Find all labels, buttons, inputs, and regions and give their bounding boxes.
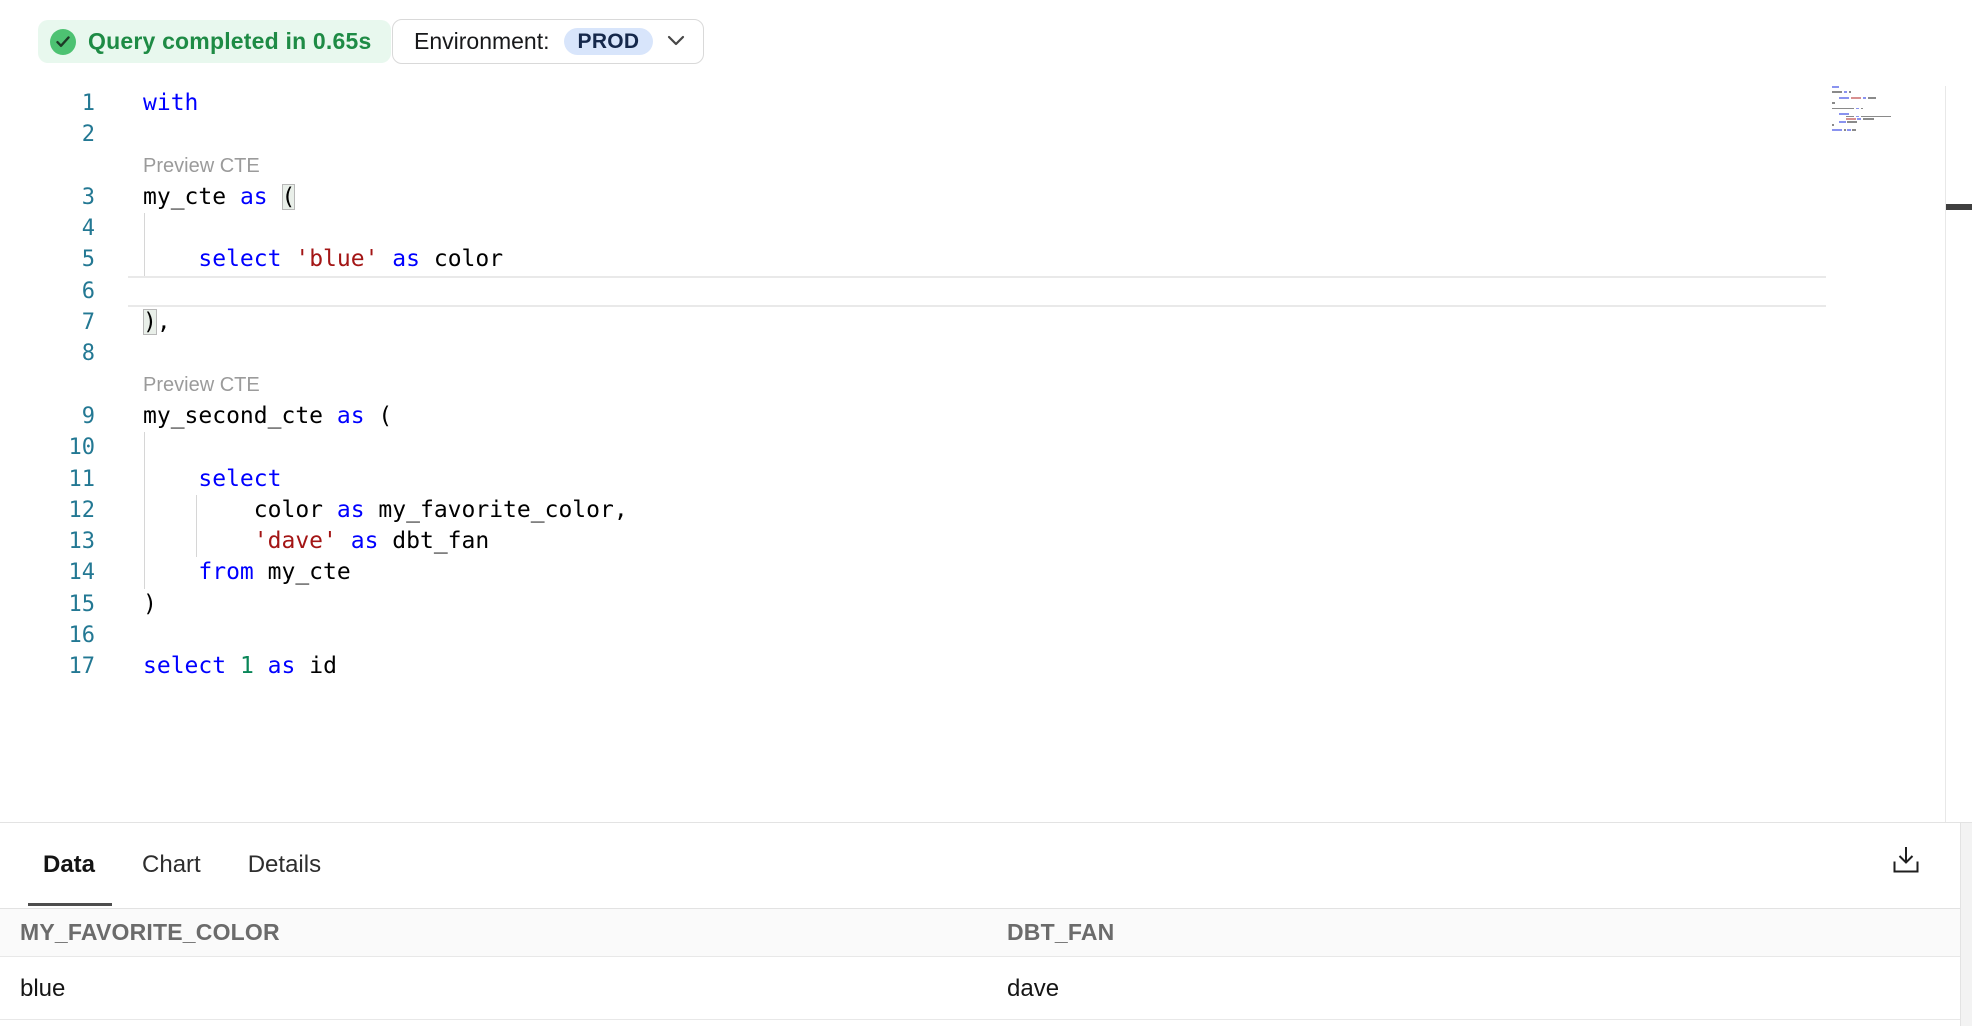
line-number: 14	[0, 557, 95, 588]
line-number: 7	[0, 307, 95, 338]
environment-value: PROD	[578, 30, 640, 54]
download-icon	[1889, 843, 1923, 882]
line-number: 10	[0, 432, 95, 463]
table-row: bluedave	[0, 958, 1972, 1020]
tab-chart[interactable]: Chart	[142, 851, 201, 879]
code-line[interactable]: 5 select 'blue' as color	[0, 244, 1972, 275]
codelens-row: Preview CTE	[0, 370, 1972, 401]
column-header: MY_FAVORITE_COLOR	[20, 919, 1007, 946]
environment-label: Environment:	[414, 28, 550, 55]
line-number: 9	[0, 401, 95, 432]
code-line[interactable]: 13 'dave' as dbt_fan	[0, 526, 1972, 557]
code-line[interactable]: 9 my_second_cte as (	[0, 401, 1972, 432]
codelens-row: Preview CTE	[0, 151, 1972, 182]
code-line[interactable]: 4	[0, 213, 1972, 244]
code-line[interactable]: 11 select	[0, 464, 1972, 495]
line-number: 3	[0, 182, 95, 213]
line-number: 17	[0, 651, 95, 682]
code-editor[interactable]: 1 with 2 Preview CTE 3 my_cte as ( 45 select '…	[0, 88, 1972, 683]
overview-ruler-cursor-marker	[1946, 204, 1972, 210]
line-number: 4	[0, 213, 95, 244]
code-text: )	[143, 589, 157, 620]
code-line[interactable]: 12 color as my_favorite_color,	[0, 495, 1972, 526]
code-text: my_cte as (	[143, 182, 295, 213]
code-line[interactable]: 6	[0, 276, 1972, 307]
table-cell: blue	[20, 975, 1007, 1003]
environment-selector[interactable]: Environment: PROD	[392, 19, 704, 64]
code-line[interactable]: 16	[0, 620, 1972, 651]
code-line[interactable]: 17 select 1 as id	[0, 651, 1972, 682]
table-cell: dave	[1007, 975, 1972, 1003]
code-text: my_second_cte as (	[143, 401, 392, 432]
check-circle-icon	[50, 29, 76, 55]
code-line[interactable]: 1 with	[0, 88, 1972, 119]
line-number: 5	[0, 244, 95, 275]
line-number: 1	[0, 88, 95, 119]
code-line[interactable]: 7),	[0, 307, 1972, 338]
column-header: DBT_FAN	[1007, 919, 1972, 946]
line-number: 8	[0, 338, 95, 369]
environment-value-pill: PROD	[564, 28, 654, 55]
code-text: color as my_favorite_color,	[143, 495, 628, 526]
code-line[interactable]: 14 from my_cte	[0, 557, 1972, 588]
chevron-down-icon	[667, 33, 685, 51]
line-number: 13	[0, 526, 95, 557]
results-tabs: Data Chart Details	[43, 851, 321, 879]
preview-cte-link[interactable]: Preview CTE	[143, 370, 260, 401]
results-scrollbar[interactable]	[1960, 823, 1972, 1026]
preview-cte-link[interactable]: Preview CTE	[143, 151, 260, 182]
code-line[interactable]: 2	[0, 119, 1972, 150]
active-tab-underline	[28, 903, 112, 906]
code-line[interactable]: 8	[0, 338, 1972, 369]
code-line[interactable]: 3 my_cte as (	[0, 182, 1972, 213]
code-line[interactable]: 15)	[0, 589, 1972, 620]
line-number: 11	[0, 464, 95, 495]
tab-data[interactable]: Data	[43, 851, 95, 879]
line-number: 16	[0, 620, 95, 651]
line-number: 12	[0, 495, 95, 526]
indent-guide	[144, 213, 145, 244]
minimap-line	[1832, 129, 1902, 132]
code-text: from my_cte	[143, 557, 351, 588]
query-status-badge: Query completed in 0.65s	[38, 20, 391, 63]
code-text: select	[143, 464, 281, 495]
line-number: 15	[0, 589, 95, 620]
sql-editor-app: Query completed in 0.65s Environment: PR…	[0, 0, 1972, 1026]
editor-scrollbar[interactable]	[1945, 86, 1972, 822]
code-text: 'dave' as dbt_fan	[143, 526, 489, 557]
results-table-body: bluedave	[0, 958, 1972, 1020]
panel-divider	[0, 822, 1972, 823]
current-line-highlight	[128, 276, 1826, 307]
tab-details[interactable]: Details	[248, 851, 321, 879]
results-table-header: MY_FAVORITE_COLORDBT_FAN	[0, 908, 1972, 957]
line-number: 2	[0, 119, 95, 150]
code-text: ),	[143, 307, 171, 338]
code-text: select 'blue' as color	[143, 244, 503, 275]
code-line[interactable]: 10	[0, 432, 1972, 463]
download-results-button[interactable]	[1884, 840, 1928, 884]
code-text: with	[143, 88, 198, 119]
code-text: select 1 as id	[143, 651, 337, 682]
indent-guide	[144, 432, 145, 463]
minimap[interactable]	[1832, 86, 1902, 132]
line-number: 6	[0, 276, 95, 307]
query-status-text: Query completed in 0.65s	[88, 28, 371, 55]
